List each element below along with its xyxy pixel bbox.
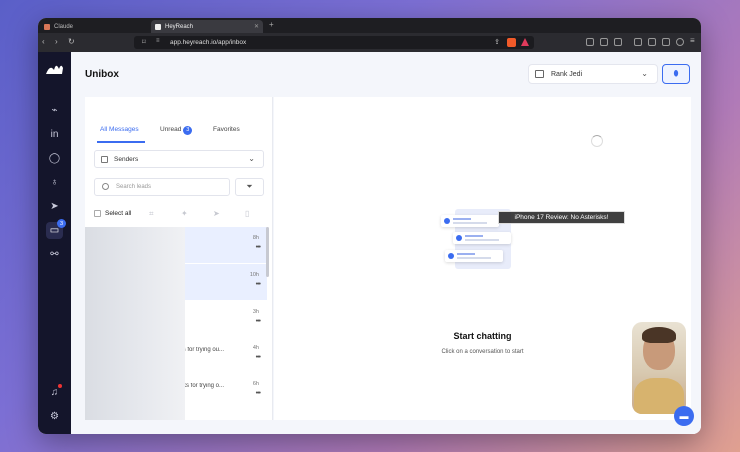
send-icon[interactable]: ➤ [46,198,63,215]
inbox-icon[interactable]: ▭ 3 [46,219,66,239]
extension-icon[interactable] [586,38,594,46]
search-icon [102,183,109,190]
tab-label: HeyReach [165,23,194,30]
active-tab-indicator [97,141,145,143]
chat-panel: Start chatting Click on a conversation t… [274,97,691,420]
sidebar-toggle-icon[interactable] [634,38,642,46]
webcam-hair [642,327,676,343]
account-shield-button[interactable]: ⬮ [662,64,690,84]
message-time: 6h [252,381,259,387]
chevron-down-icon: ⌄ [248,154,255,163]
heyreach-logo-icon [46,65,63,74]
back-icon[interactable]: ‹ [42,37,45,46]
filter-button[interactable]: ⏷ [235,178,264,196]
shield-icon[interactable] [676,38,684,46]
brave-rewards-icon[interactable] [521,38,529,46]
calendar-icon [101,156,108,163]
more-options-icon[interactable]: ••• [256,318,261,325]
url-field[interactable]: ⌑ ≡ app.heyreach.io/app/inbox ⇪ [134,36,534,49]
search-input[interactable]: Search leads [94,178,230,196]
more-options-icon[interactable]: ••• [256,390,261,397]
illustration-card [445,250,503,262]
select-all-checkbox[interactable] [94,210,101,217]
account-name: Rank Jedi [551,71,583,78]
illustration-card [441,215,499,227]
tab-label: Claude [54,23,74,30]
tab-label: Unread [160,126,182,133]
wallet-icon[interactable] [648,38,656,46]
filter-icon: ⏷ [246,182,253,191]
more-options-icon[interactable]: ••• [256,244,261,251]
address-bar: ‹ › ↻ ⌑ ≡ app.heyreach.io/app/inbox ⇪ ≡ [38,33,701,52]
reload-icon[interactable]: ↻ [68,37,75,46]
loading-spinner-icon [591,135,603,147]
trash-icon[interactable]: ▯ [245,209,249,218]
forward-icon[interactable]: › [55,37,58,46]
share-icon[interactable]: ⇪ [494,38,500,46]
inbox-tabs: All Messages Unread 3 Favorites [85,97,272,143]
browser-window: Claude HeyReach ✕ + ‹ › ↻ ⌑ ≡ app.heyrea… [38,18,701,434]
pin-icon[interactable]: ✦ [181,209,188,218]
heyreach-favicon-icon [155,23,161,30]
close-tab-icon[interactable]: ✕ [254,23,259,30]
sidebar: ⌁ in ◯ ♁ ➤ ▭ 3 ⚯ ♫ ⚙ [38,52,71,434]
extension-icon[interactable] [614,38,622,46]
tab-favorites[interactable]: Favorites [213,126,240,133]
heyreach-app: ⌁ in ◯ ♁ ➤ ▭ 3 ⚯ ♫ ⚙ Unibox Rank Jedi ⌄ … [38,52,701,434]
linkedin-accounts-icon[interactable]: in [46,126,63,143]
message-time: 10h [249,272,259,278]
brave-shields-icon[interactable] [507,38,516,47]
senders-dropdown[interactable]: Senders ⌄ [94,150,264,168]
tab-bar: Claude HeyReach ✕ + [38,18,701,33]
select-all-label[interactable]: Select all [105,210,131,217]
unread-count-badge: 3 [183,126,193,135]
chat-bubble-icon: ▬ [679,411,689,421]
webcam-overlay [632,322,686,414]
notifications-icon[interactable]: ♫ [46,384,63,401]
tag-icon[interactable]: ⌗ [149,209,154,219]
page-title: Unibox [85,69,119,80]
empty-state-subtitle: Click on a conversation to start [441,349,524,355]
list-scrollbar[interactable] [266,227,269,277]
more-options-icon[interactable]: ••• [256,354,261,361]
illustration-card [453,232,511,244]
blurred-lead-names [85,227,185,420]
search-placeholder: Search leads [116,184,152,190]
help-chat-button[interactable]: ▬ [674,406,694,426]
new-tab-icon[interactable]: + [269,20,274,29]
tab-heyreach[interactable]: HeyReach ✕ [151,20,263,33]
site-info-icon[interactable]: ≡ [156,38,160,44]
menu-icon[interactable]: ≡ [690,36,695,45]
message-time: 4h [252,345,259,351]
url-text: app.heyreach.io/app/inbox [170,39,247,46]
empty-state-title: Start chatting [453,331,512,341]
message-time: 3h [252,309,259,315]
analytics-icon[interactable]: ⌁ [46,102,63,119]
tab-all-messages[interactable]: All Messages [100,126,139,133]
chevron-down-icon: ⌄ [641,69,648,78]
video-caption: iPhone 17 Review: No Asterisks! [498,211,625,224]
tab-unread[interactable]: Unread 3 [160,126,193,135]
leads-icon[interactable]: ◯ [46,150,63,167]
conversation-list-panel: All Messages Unread 3 Favorites Senders ⌄… [85,97,273,420]
bulk-actions: Select all ⌗ ✦ ➤ ▯ [94,209,264,221]
more-options-icon[interactable]: ••• [256,281,261,288]
inbox-unread-badge: 3 [57,219,66,228]
tab-claude[interactable]: Claude [40,20,148,33]
extension-icon[interactable] [600,38,608,46]
notification-dot [58,384,62,388]
claude-favicon-icon [44,23,50,30]
integrations-icon[interactable]: ⚯ [46,246,63,263]
campaigns-icon[interactable]: ♁ [46,174,63,191]
briefcase-icon [535,70,544,78]
vpn-icon[interactable] [662,38,670,46]
shield-icon: ⬮ [673,69,679,78]
account-selector[interactable]: Rank Jedi ⌄ [528,64,658,84]
settings-icon[interactable]: ⚙ [46,408,63,425]
bookmark-icon[interactable]: ⌑ [142,38,146,46]
senders-label: Senders [114,156,139,163]
send-icon[interactable]: ➤ [213,209,220,218]
message-time: 8h [252,235,259,241]
